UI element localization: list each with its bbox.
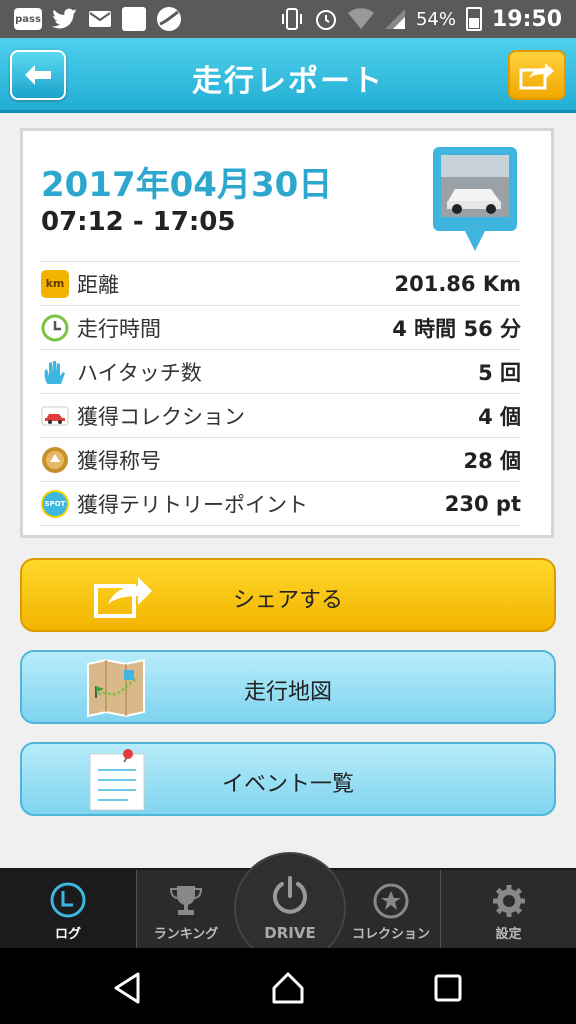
status-bar: pass 54% 19:50	[0, 0, 576, 38]
car-icon	[41, 406, 69, 425]
tab-ranking[interactable]: ランキング	[137, 870, 235, 950]
drive-map-button-label: 走行地図	[243, 680, 332, 705]
stat-label: ハイタッチ数	[77, 360, 202, 385]
stat-value: 4 時間 56 分	[392, 316, 521, 341]
clock-icon	[41, 314, 69, 341]
tab-collection[interactable]: コレクション	[342, 870, 440, 950]
stat-row-titles: 獲得称号 28 個	[39, 437, 521, 481]
tab-label: 設定	[495, 927, 522, 942]
drive-label: DRIVE	[264, 924, 316, 942]
stat-label: 走行時間	[77, 316, 161, 341]
clock-time: 19:50	[491, 6, 562, 32]
share-button-label: シェアする	[232, 588, 343, 613]
stat-value: 28 個	[463, 448, 521, 473]
stat-value: 230 pt	[444, 491, 521, 516]
app-square-icon	[122, 7, 146, 31]
report-card: 2017年04月30日 07:12 - 17:05 km 距離 201.86 K…	[20, 128, 554, 538]
recents-icon[interactable]	[430, 970, 466, 1006]
mail-icon	[89, 11, 111, 27]
globe-app-icon	[157, 7, 181, 31]
stats-list: km 距離 201.86 Km 走行時間 4 時間 56 分 ハイタッチ数 5 …	[39, 261, 521, 526]
share-top-button[interactable]	[508, 50, 566, 100]
spot-icon: SPOT	[41, 489, 69, 518]
report-date: 2017年04月30日	[41, 165, 333, 205]
stat-row-collection: 獲得コレクション 4 個	[39, 393, 521, 437]
stat-label: 距離	[77, 272, 119, 297]
share-icon	[519, 63, 554, 90]
tab-settings[interactable]: 設定	[441, 870, 576, 950]
stat-value: 5 回	[478, 360, 521, 385]
log-icon	[50, 882, 86, 918]
drive-map-button[interactable]: 走行地図	[20, 650, 556, 724]
gear-icon	[492, 885, 525, 917]
vibrate-icon	[281, 8, 302, 30]
hand-icon	[44, 360, 65, 384]
app-bar: 走行レポート	[0, 38, 576, 113]
car-photo-pin-icon[interactable]	[431, 145, 519, 255]
home-icon[interactable]	[270, 970, 306, 1006]
system-nav-bar	[0, 948, 576, 1024]
stat-value: 4 個	[478, 404, 521, 429]
tab-label: ログ	[54, 927, 81, 942]
star-icon	[373, 883, 409, 919]
stat-label: 獲得コレクション	[77, 404, 245, 429]
tab-label: ランキング	[153, 927, 219, 942]
tab-label: コレクション	[351, 927, 430, 942]
twitter-icon	[52, 8, 77, 29]
signal-icon	[384, 9, 405, 29]
event-list-button[interactable]: イベント一覧	[20, 742, 556, 816]
report-time-range: 07:12 - 17:05	[41, 207, 236, 237]
power-icon	[273, 876, 307, 914]
stat-label: 獲得称号	[77, 448, 161, 473]
wifi-icon	[347, 8, 374, 29]
stat-value: 201.86 Km	[394, 271, 521, 296]
stat-label: 獲得テリトリーポイント	[77, 492, 308, 517]
pass-app-icon: pass	[14, 8, 42, 30]
medal-icon	[42, 446, 68, 473]
battery-icon	[465, 7, 482, 31]
stat-row-territory: SPOT 獲得テリトリーポイント 230 pt	[39, 481, 521, 526]
event-list-button-label: イベント一覧	[221, 772, 354, 797]
stat-row-drive-time: 走行時間 4 時間 56 分	[39, 305, 521, 349]
battery-percent: 54%	[415, 8, 456, 30]
share-button[interactable]: シェアする	[20, 558, 556, 632]
back-triangle-icon[interactable]	[110, 970, 146, 1006]
alarm-icon	[315, 10, 336, 30]
page-title: 走行レポート	[192, 64, 384, 99]
tab-log[interactable]: ログ	[0, 870, 136, 950]
stat-row-distance: km 距離 201.86 Km	[39, 261, 521, 305]
stat-row-high-touch: ハイタッチ数 5 回	[39, 349, 521, 393]
trophy-icon	[169, 886, 203, 915]
km-icon: km	[41, 269, 69, 298]
